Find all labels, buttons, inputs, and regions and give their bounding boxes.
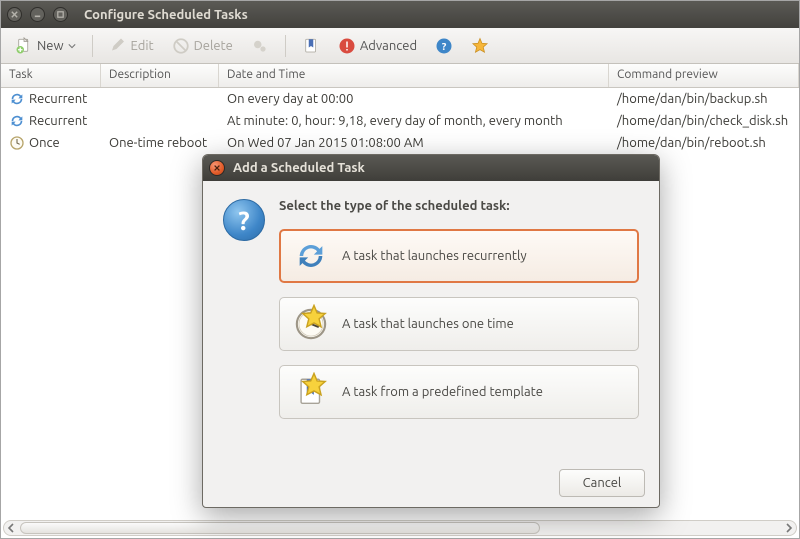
recurrent-icon — [9, 91, 25, 107]
col-datetime[interactable]: Date and Time — [219, 64, 609, 87]
horizontal-scrollbar[interactable] — [3, 520, 797, 536]
grid-header: Task Description Date and Time Command p… — [1, 64, 799, 88]
grid-rows: Recurrent On every day at 00:00 /home/da… — [1, 88, 799, 154]
cell-command: /home/dan/bin/check_disk.sh — [609, 112, 799, 130]
cell-task: Recurrent — [29, 114, 87, 128]
cell-datetime: On Wed 07 Jan 2015 01:08:00 AM — [219, 134, 609, 152]
system-button[interactable] — [245, 34, 275, 58]
cell-task: Once — [29, 136, 60, 150]
cell-command: /home/dan/bin/reboot.sh — [609, 134, 799, 152]
edit-label: Edit — [131, 39, 154, 53]
toolbar: New Edit Delete Advanced ? — [1, 28, 799, 64]
window-maximize-icon[interactable] — [53, 7, 68, 22]
window-close-icon[interactable] — [7, 7, 22, 22]
table-row[interactable]: Once One-time reboot On Wed 07 Jan 2015 … — [1, 132, 799, 154]
cell-datetime: On every day at 00:00 — [219, 90, 609, 108]
dialog-heading: Select the type of the scheduled task: — [279, 199, 639, 213]
new-button[interactable]: New — [9, 34, 82, 58]
document-new-icon — [15, 37, 33, 55]
option-recurrent-button[interactable]: A task that launches recurrently — [279, 229, 639, 283]
new-badge-icon — [297, 304, 331, 338]
star-icon — [471, 37, 489, 55]
new-label: New — [37, 39, 64, 53]
bookmark-doc-icon — [302, 37, 320, 55]
titlebar: Configure Scheduled Tasks — [1, 1, 799, 28]
option-label: A task that launches recurrently — [342, 249, 527, 263]
dialog-title: Add a Scheduled Task — [233, 161, 365, 175]
clock-icon — [9, 135, 25, 151]
favorite-button[interactable] — [465, 34, 495, 58]
option-once-button[interactable]: A task that launches one time — [279, 297, 639, 351]
dialog-footer: Cancel — [203, 459, 659, 507]
cancel-button[interactable]: Cancel — [559, 469, 645, 497]
help-icon: ? — [435, 37, 453, 55]
cell-datetime: At minute: 0, hour: 9,18, every day of m… — [219, 112, 609, 130]
option-template-button[interactable]: A task from a predefined template — [279, 365, 639, 419]
cell-desc — [101, 97, 219, 101]
col-command[interactable]: Command preview — [609, 64, 799, 87]
dialog-body: ? Select the type of the scheduled task:… — [203, 181, 659, 459]
cell-command: /home/dan/bin/backup.sh — [609, 90, 799, 108]
cell-desc: One-time reboot — [101, 134, 219, 152]
template-button[interactable] — [296, 34, 326, 58]
advanced-button[interactable]: Advanced — [332, 34, 423, 58]
window-minimize-icon[interactable] — [30, 7, 45, 22]
cell-task: Recurrent — [29, 92, 87, 106]
separator — [92, 35, 93, 57]
gears-icon — [251, 37, 269, 55]
dialog-close-button[interactable] — [209, 160, 225, 176]
option-label: A task that launches one time — [342, 317, 514, 331]
separator — [285, 35, 286, 57]
recurrent-icon — [294, 239, 328, 273]
help-button[interactable]: ? — [429, 34, 459, 58]
edit-button[interactable]: Edit — [103, 34, 160, 58]
col-task[interactable]: Task — [1, 64, 101, 87]
new-badge-icon — [297, 372, 331, 406]
scroll-left-icon[interactable] — [6, 523, 16, 533]
no-entry-icon — [172, 37, 190, 55]
cell-desc — [101, 119, 219, 123]
add-task-dialog: Add a Scheduled Task ? Select the type o… — [202, 154, 660, 508]
warning-icon — [338, 37, 356, 55]
option-label: A task from a predefined template — [342, 385, 543, 399]
dropdown-icon — [68, 42, 76, 50]
advanced-label: Advanced — [360, 39, 417, 53]
table-row[interactable]: Recurrent At minute: 0, hour: 9,18, ever… — [1, 110, 799, 132]
svg-text:?: ? — [442, 39, 447, 51]
pencil-icon — [109, 37, 127, 55]
scroll-right-icon[interactable] — [784, 523, 794, 533]
delete-button[interactable]: Delete — [166, 34, 239, 58]
recurrent-icon — [9, 113, 25, 129]
scroll-thumb[interactable] — [20, 522, 540, 534]
table-row[interactable]: Recurrent On every day at 00:00 /home/da… — [1, 88, 799, 110]
dialog-titlebar: Add a Scheduled Task — [203, 155, 659, 181]
question-icon: ? — [223, 199, 265, 241]
window-title: Configure Scheduled Tasks — [84, 8, 248, 22]
delete-label: Delete — [194, 39, 233, 53]
col-description[interactable]: Description — [101, 64, 219, 87]
cancel-label: Cancel — [583, 476, 622, 490]
